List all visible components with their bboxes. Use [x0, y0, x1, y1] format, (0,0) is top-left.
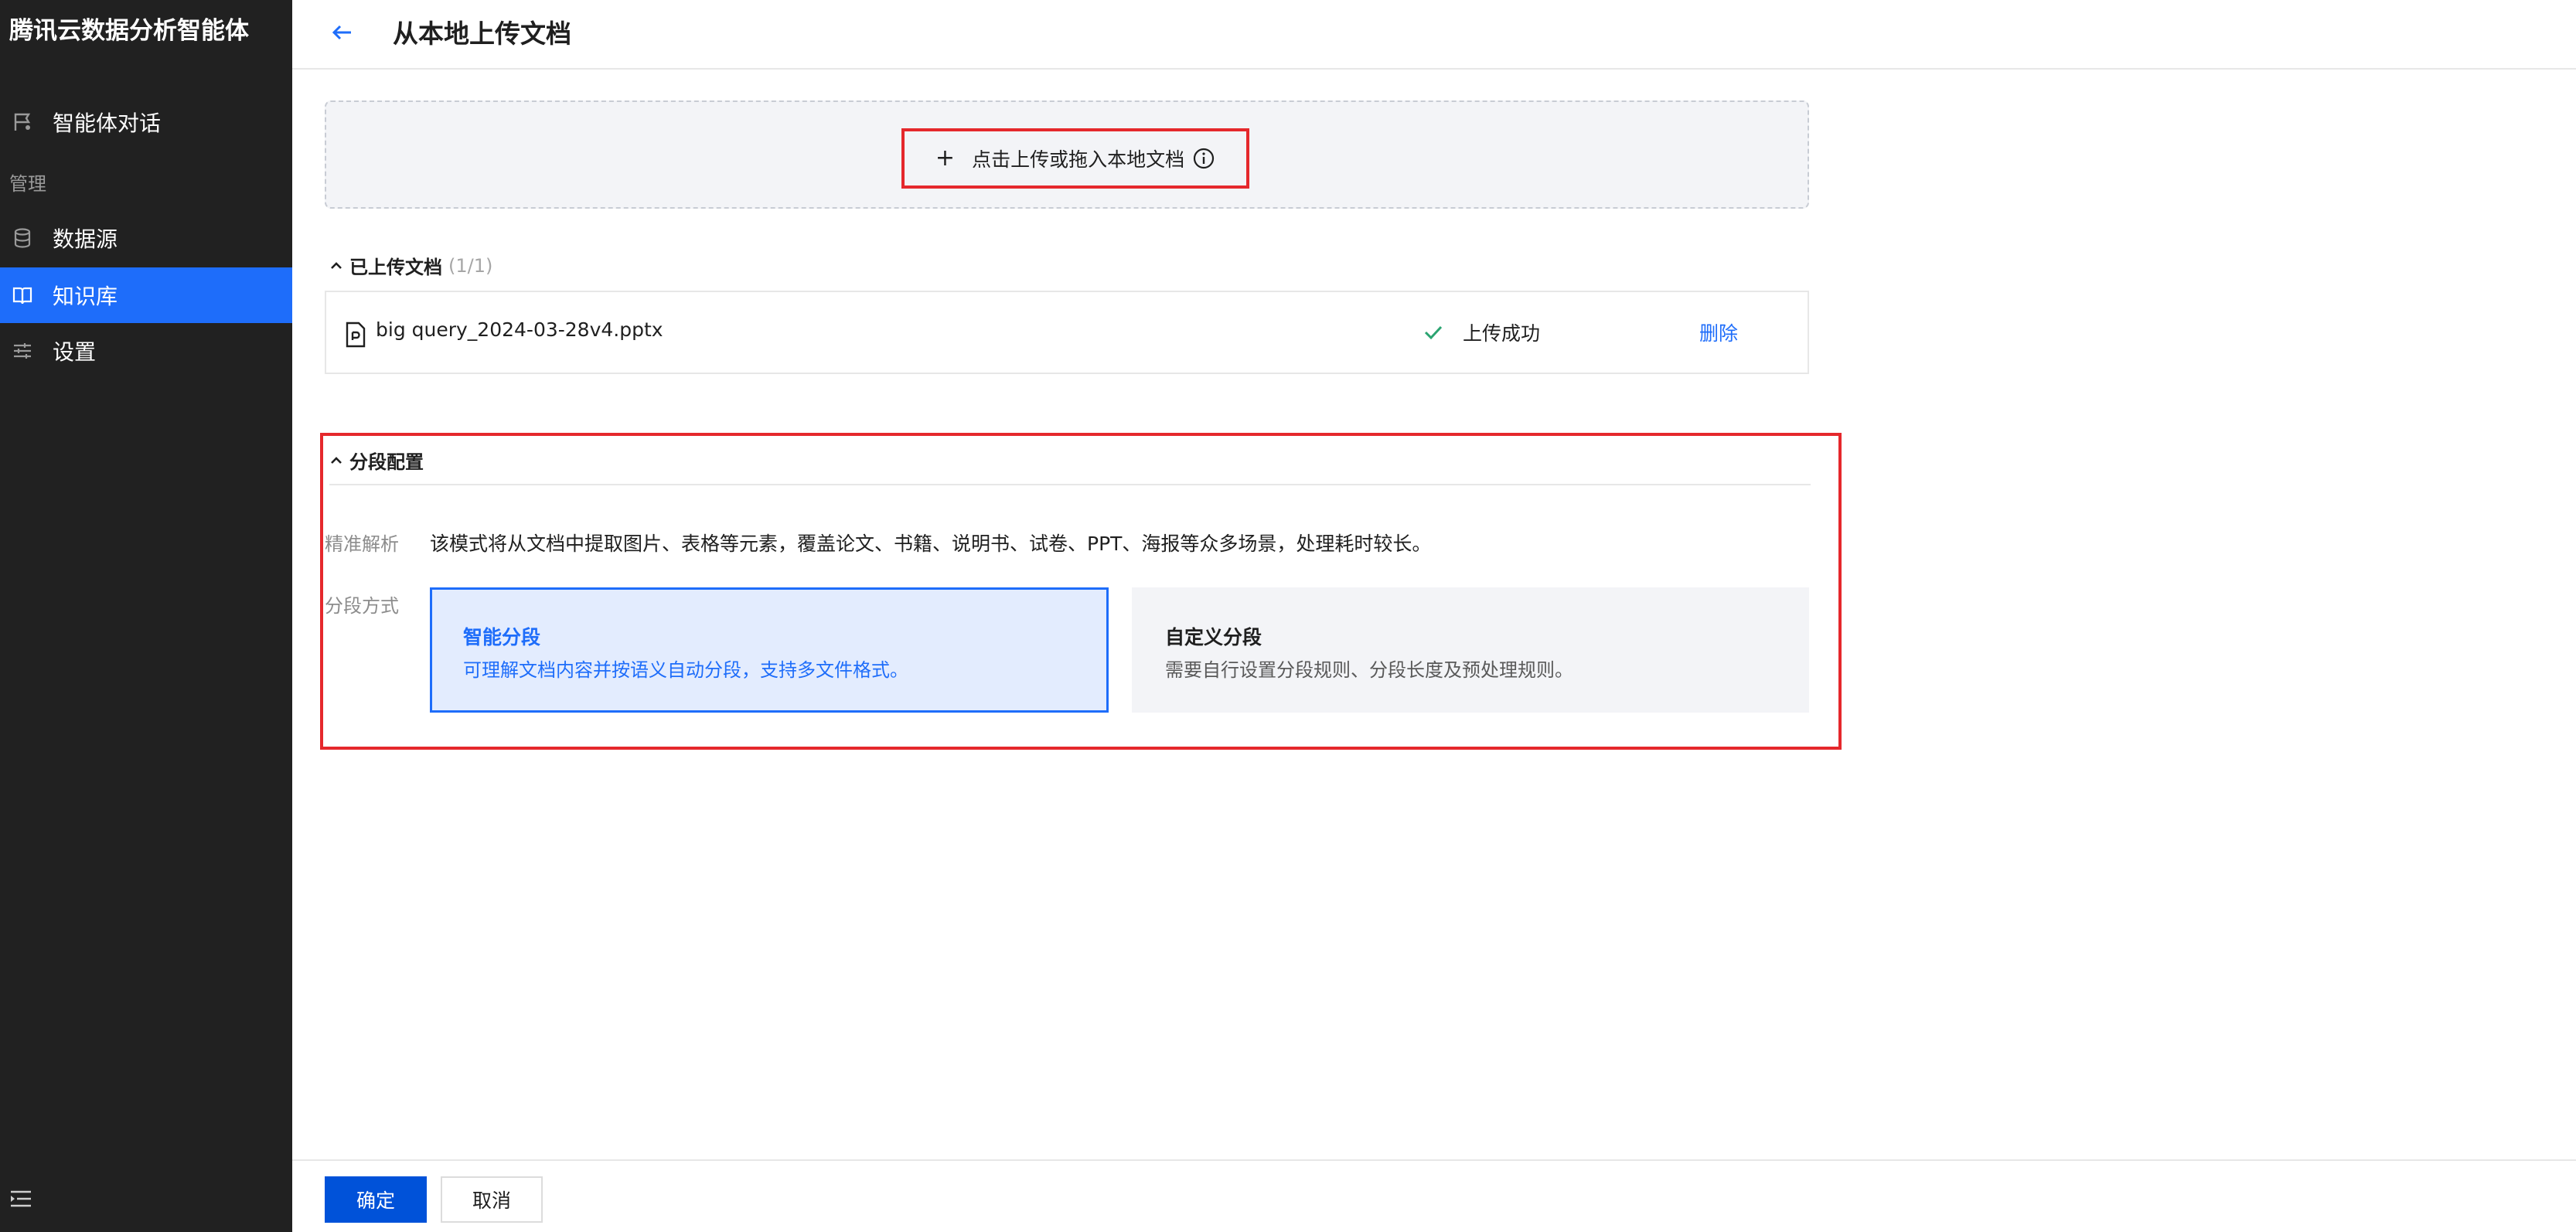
delete-button[interactable]: 删除 — [1699, 318, 1738, 346]
confirm-button[interactable]: 确定 — [325, 1176, 427, 1223]
cancel-button[interactable]: 取消 — [441, 1176, 543, 1223]
sidebar-item-chat[interactable]: 智能体对话 — [0, 94, 292, 150]
upload-label: 点击上传或拖入本地文档 — [972, 148, 1185, 171]
segment-method-label: 分段方式 — [325, 595, 399, 617]
check-icon — [1423, 322, 1446, 345]
option-custom-segment[interactable]: 自定义分段 需要自行设置分段规则、分段长度及预处理规则。 — [1132, 587, 1809, 713]
sliders-icon — [11, 339, 34, 362]
chevron-up-icon — [328, 452, 345, 469]
sidebar-item-datasource[interactable]: 数据源 — [0, 210, 292, 266]
file-row: big query_2024-03-28v4.pptx 上传成功 删除 — [325, 291, 1809, 374]
parse-mode-description: 该模式将从文档中提取图片、表格等元素，覆盖论文、书籍、说明书、试卷、PPT、海报… — [430, 533, 1432, 555]
option-title: 自定义分段 — [1165, 626, 1262, 648]
back-button[interactable] — [323, 15, 360, 53]
menu-collapse-icon[interactable] — [9, 1187, 34, 1212]
chat-flag-icon — [11, 111, 34, 134]
plus-icon: + — [935, 145, 956, 172]
upload-status: 上传成功 — [1463, 322, 1541, 345]
file-icon — [345, 322, 368, 348]
config-section-title: 分段配置 — [349, 451, 424, 473]
option-description: 可理解文档内容并按语义自动分段，支持多文件格式。 — [463, 659, 908, 681]
file-name: big query_2024-03-28v4.pptx — [376, 318, 663, 341]
uploaded-section-title: 已上传文档 — [349, 257, 442, 278]
sidebar-item-settings[interactable]: 设置 — [0, 323, 292, 379]
sidebar-item-label: 数据源 — [53, 226, 118, 252]
uploaded-section-toggle[interactable]: 已上传文档 (1/1) — [328, 252, 492, 279]
parse-mode-label: 精准解析 — [325, 533, 399, 555]
uploaded-count: (1/1) — [448, 254, 493, 277]
page-title: 从本地上传文档 — [393, 19, 571, 49]
option-title: 智能分段 — [463, 626, 541, 648]
book-icon — [11, 284, 34, 307]
arrow-left-icon — [329, 20, 354, 48]
info-circle-icon[interactable] — [1192, 147, 1215, 170]
database-icon — [11, 226, 34, 250]
config-divider — [329, 484, 1811, 485]
option-description: 需要自行设置分段规则、分段长度及预处理规则。 — [1165, 659, 1573, 681]
config-section-toggle[interactable]: 分段配置 — [328, 447, 424, 474]
option-smart-segment[interactable]: 智能分段 可理解文档内容并按语义自动分段，支持多文件格式。 — [430, 587, 1109, 713]
sidebar: 腾讯云数据分析智能体 智能体对话 管理 数据源 知识库 设置 — [0, 0, 292, 1232]
sidebar-item-label: 设置 — [53, 339, 97, 365]
chevron-up-icon — [328, 257, 345, 274]
sidebar-item-knowledge[interactable]: 知识库 — [0, 267, 292, 323]
page-footer: 确定 取消 — [292, 1159, 2576, 1232]
upload-button[interactable]: + 点击上传或拖入本地文档 — [901, 128, 1249, 189]
app-root: 腾讯云数据分析智能体 智能体对话 管理 数据源 知识库 设置 从本地上传文档 +… — [0, 0, 2576, 1232]
brand-title: 腾讯云数据分析智能体 — [9, 17, 249, 45]
page-header: 从本地上传文档 — [292, 0, 2576, 70]
sidebar-group-label: 管理 — [9, 173, 46, 195]
sidebar-item-label: 智能体对话 — [53, 111, 162, 136]
sidebar-item-label: 知识库 — [53, 284, 118, 309]
